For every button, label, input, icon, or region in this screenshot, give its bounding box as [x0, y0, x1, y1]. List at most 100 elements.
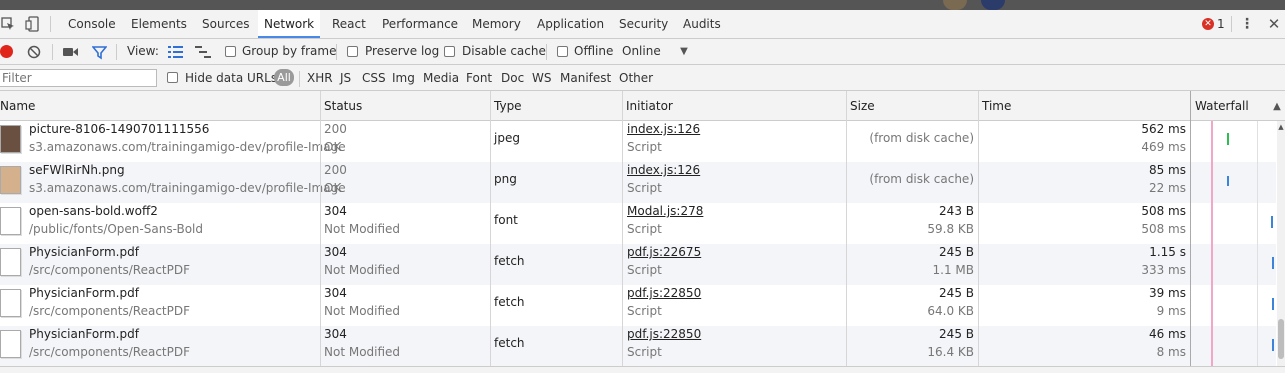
column-header-waterfall[interactable]: Waterfall	[1191, 91, 1249, 121]
tab-application[interactable]: Application	[531, 10, 610, 38]
record-icon[interactable]	[0, 45, 13, 58]
inspect-element-icon[interactable]	[0, 15, 16, 33]
resource-type: font	[494, 213, 518, 227]
table-row[interactable]: PhysicianForm.pdf /src/components/ReactP…	[0, 244, 1190, 285]
network-toolbar: View: Group by frame Preserve log Disabl…	[0, 39, 1285, 65]
video-camera-icon[interactable]	[63, 45, 79, 59]
status-text: Not Modified	[324, 345, 401, 359]
filter-type-ws[interactable]: WS	[532, 71, 551, 85]
preserve-log-checkbox[interactable]	[347, 46, 358, 57]
column-header-initiator[interactable]: Initiator	[622, 91, 673, 121]
table-row[interactable]: PhysicianForm.pdf /src/components/ReactP…	[0, 285, 1190, 326]
throttling-select[interactable]: Online	[622, 44, 661, 58]
scroll-up-icon[interactable]: ▲	[1277, 123, 1285, 131]
request-path: /src/components/ReactPDF	[29, 263, 191, 277]
filter-input[interactable]	[0, 69, 157, 87]
filter-type-other[interactable]: Other	[619, 71, 653, 85]
latency-value: 22 ms	[1148, 181, 1186, 195]
group-by-frame-checkbox[interactable]	[225, 46, 236, 57]
latency-value: 469 ms	[1141, 140, 1186, 154]
column-divider[interactable]	[846, 91, 847, 366]
status-text: Not Modified	[324, 222, 401, 236]
tab-react[interactable]: React	[326, 10, 372, 38]
tab-memory[interactable]: Memory	[466, 10, 527, 38]
tab-elements[interactable]: Elements	[125, 10, 193, 38]
file-icon	[0, 248, 21, 276]
hide-data-urls-checkbox[interactable]	[167, 72, 178, 83]
initiator-link[interactable]: pdf.js:22850	[627, 327, 701, 341]
waterfall-bar	[1272, 339, 1274, 351]
initiator-link[interactable]: pdf.js:22850	[627, 286, 701, 300]
file-icon	[0, 289, 21, 317]
request-path: /public/fonts/Open-Sans-Bold	[29, 222, 203, 236]
tab-security[interactable]: Security	[613, 10, 674, 38]
device-toolbar-icon[interactable]	[24, 15, 42, 33]
filter-type-xhr[interactable]: XHR	[307, 71, 333, 85]
tab-network[interactable]: Network	[258, 10, 321, 38]
table-row[interactable]: picture-8106-1490701111556 s3.amazonaws.…	[0, 121, 1190, 162]
column-divider[interactable]	[490, 91, 491, 366]
waterfall-bar	[1227, 133, 1229, 145]
table-row[interactable]: seFWlRirNh.png s3.amazonaws.com/training…	[0, 162, 1190, 203]
column-header-time[interactable]: Time	[978, 91, 1011, 121]
filter-type-media[interactable]: Media	[423, 71, 459, 85]
divider	[50, 16, 51, 32]
status-bar	[0, 366, 1285, 373]
filter-type-img[interactable]: Img	[392, 71, 415, 85]
column-header-size[interactable]: Size	[846, 91, 875, 121]
disable-cache-checkbox[interactable]	[444, 46, 455, 57]
initiator-link[interactable]: index.js:126	[627, 122, 700, 136]
filter-all-button[interactable]: All	[274, 69, 294, 86]
time-value: 46 ms	[1148, 327, 1186, 341]
more-options-icon[interactable]: ⋮	[1240, 16, 1254, 32]
status-text: Not Modified	[324, 304, 401, 318]
resource-type: jpeg	[494, 131, 520, 145]
status-code: 304	[324, 245, 347, 259]
tab-sources[interactable]: Sources	[196, 10, 255, 38]
table-row[interactable]: open-sans-bold.woff2 /public/fonts/Open-…	[0, 203, 1190, 244]
initiator-link[interactable]: Modal.js:278	[627, 204, 703, 218]
error-icon[interactable]: ✕	[1202, 18, 1214, 30]
size-value: 245 B	[939, 327, 974, 341]
vertical-scrollbar[interactable]: ▲	[1277, 121, 1285, 366]
column-header-name[interactable]: Name	[0, 91, 35, 121]
column-divider[interactable]	[622, 91, 623, 366]
column-header-type[interactable]: Type	[490, 91, 522, 121]
filter-type-manifest[interactable]: Manifest	[560, 71, 611, 85]
browser-top-strip	[0, 0, 1285, 10]
status-code: 304	[324, 327, 347, 341]
content-size-value: 59.8 KB	[927, 222, 974, 236]
content-size-value: 16.4 KB	[927, 345, 974, 359]
clear-icon[interactable]	[27, 45, 41, 59]
sort-ascending-icon[interactable]: ▲	[1271, 100, 1283, 112]
tab-performance[interactable]: Performance	[376, 10, 464, 38]
offline-label: Offline	[574, 44, 614, 58]
scrollbar-thumb[interactable]	[1278, 319, 1284, 359]
initiator-link[interactable]: pdf.js:22675	[627, 245, 701, 259]
offline-checkbox[interactable]	[557, 46, 568, 57]
filter-type-font[interactable]: Font	[466, 71, 492, 85]
tab-audits[interactable]: Audits	[677, 10, 727, 38]
time-value: 508 ms	[1141, 204, 1186, 218]
waterfall-overview-icon[interactable]	[195, 45, 211, 58]
latency-value: 9 ms	[1156, 304, 1186, 318]
tab-console[interactable]: Console	[62, 10, 122, 38]
column-divider[interactable]	[978, 91, 979, 366]
filter-type-js[interactable]: JS	[340, 71, 351, 85]
column-divider[interactable]	[320, 91, 321, 366]
latency-value: 508 ms	[1141, 222, 1186, 236]
large-rows-icon[interactable]	[168, 45, 183, 58]
filter-type-css[interactable]: CSS	[362, 71, 386, 85]
waterfall-column	[1191, 121, 1276, 367]
close-icon[interactable]: ✕	[1266, 15, 1282, 33]
filter-type-doc[interactable]: Doc	[501, 71, 524, 85]
chevron-down-icon[interactable]: ▼	[678, 45, 690, 57]
table-row[interactable]: PhysicianForm.pdf /src/components/ReactP…	[0, 326, 1190, 367]
filter-icon[interactable]	[91, 44, 107, 60]
column-header-status[interactable]: Status	[320, 91, 362, 121]
initiator-link[interactable]: index.js:126	[627, 163, 700, 177]
error-count[interactable]: 1	[1217, 17, 1225, 31]
table-header: Name Status Type Initiator Size Time Wat…	[0, 91, 1285, 121]
initiator-type: Script	[627, 304, 662, 318]
request-path: s3.amazonaws.com/trainingamigo-dev/profi…	[29, 140, 346, 154]
